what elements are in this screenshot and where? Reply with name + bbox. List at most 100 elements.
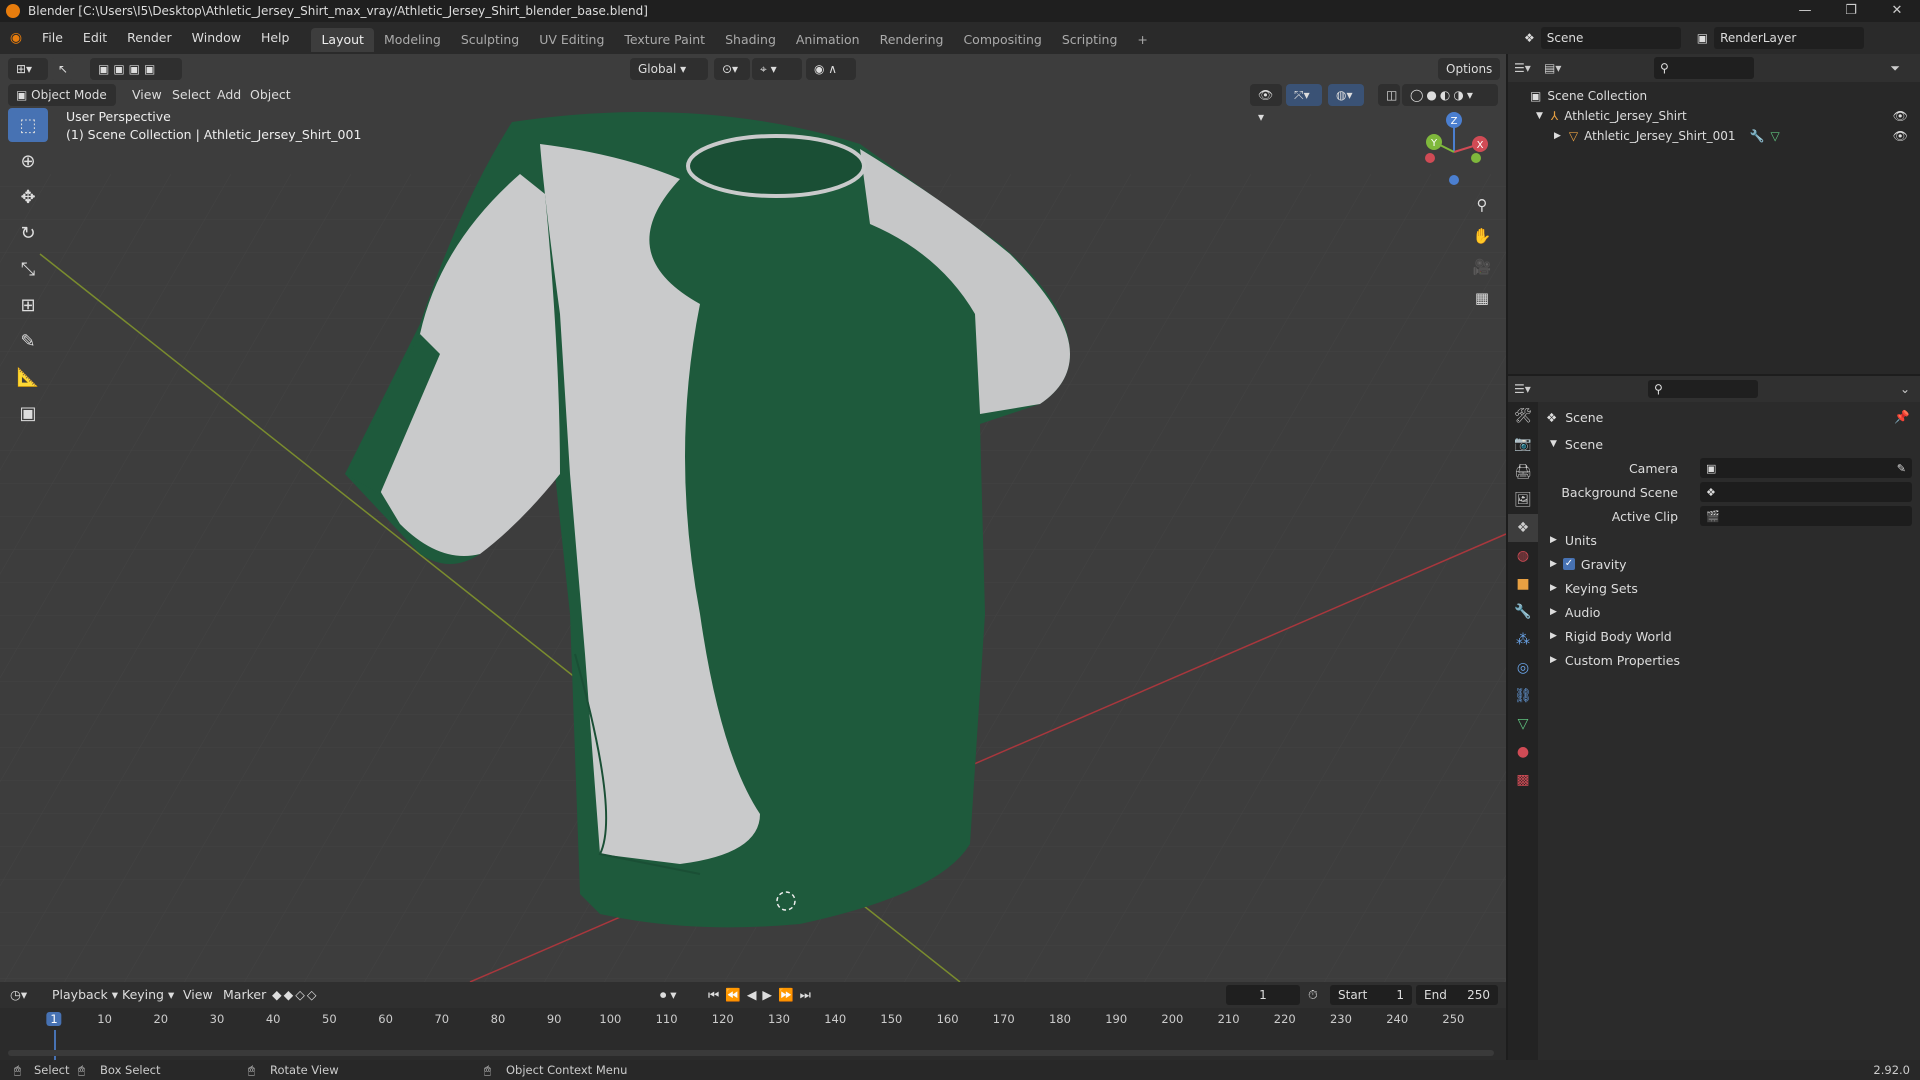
world-tab-icon[interactable]: ◍ — [1508, 542, 1538, 570]
physics-tab-icon[interactable]: ◎ — [1508, 654, 1538, 682]
menu-window[interactable]: Window — [182, 22, 251, 54]
menu-file[interactable]: File — [32, 22, 73, 54]
tab-animation[interactable]: Animation — [786, 28, 870, 52]
start-frame-field[interactable]: Start 1 — [1330, 985, 1412, 1005]
panel-audio[interactable]: ▶ Audio — [1540, 600, 1920, 624]
timeline-editor-type-icon[interactable]: ◷▾ — [10, 984, 27, 1006]
menu-view[interactable]: View — [132, 84, 162, 106]
particles-tab-icon[interactable]: ⁂ — [1508, 626, 1538, 654]
overlays-toggle[interactable]: ◍▾ — [1328, 84, 1364, 106]
shading-mode-buttons[interactable]: ◯●◐◑▾ — [1402, 84, 1498, 106]
expand-arrow-icon[interactable]: ▶ — [1554, 131, 1561, 141]
zoom-icon[interactable]: ⚲ — [1468, 191, 1496, 219]
menu-object[interactable]: Object — [250, 84, 291, 106]
modifier-wrench-icon[interactable]: 🔧 — [1750, 129, 1765, 143]
current-frame-field[interactable]: 1 — [1226, 985, 1300, 1005]
modifier-tab-icon[interactable]: 🔧 — [1508, 598, 1538, 626]
active-clip-field[interactable]: 🎬 — [1700, 506, 1912, 526]
menu-render[interactable]: Render — [117, 22, 182, 54]
timeline-scrollbar[interactable] — [8, 1050, 1494, 1056]
render-layer-selector[interactable]: RenderLayer — [1714, 27, 1865, 49]
scale-tool-icon[interactable]: ⤡ — [8, 252, 48, 286]
constraints-tab-icon[interactable]: ⛓ — [1508, 682, 1538, 710]
auto-key-record-icon[interactable]: ⏺ ▾ — [660, 984, 677, 1006]
transform-orientation-dropdown[interactable]: Global ▾ — [630, 58, 708, 80]
maximize-button[interactable]: ❐ — [1828, 0, 1874, 22]
keyframe-buttons[interactable]: ◆◆◇◇ — [272, 984, 318, 1006]
render-tab-icon[interactable]: 📷 — [1508, 430, 1538, 458]
scene-selector[interactable]: Scene — [1540, 27, 1681, 49]
scene-icon[interactable]: ❖ — [1524, 27, 1535, 49]
menu-keying[interactable]: Keying ▾ — [122, 984, 174, 1006]
tab-texture-paint[interactable]: Texture Paint — [614, 28, 715, 52]
visibility-eye-icon[interactable]: 👁 — [1893, 109, 1908, 123]
select-box-tool-icon[interactable]: ⬚ — [8, 108, 48, 142]
stopwatch-icon[interactable]: ⏱ — [1308, 984, 1318, 1006]
output-tab-icon[interactable]: 🖨 — [1508, 458, 1538, 486]
properties-search-input[interactable]: ⚲ — [1648, 380, 1758, 398]
close-button[interactable]: ✕ — [1874, 0, 1920, 22]
menu-edit[interactable]: Edit — [73, 22, 117, 54]
move-tool-icon[interactable]: ✥ — [8, 180, 48, 214]
cursor-tool-icon[interactable]: ⊕ — [8, 144, 48, 178]
outliner-row-collection[interactable]: ▼ ⅄ Athletic_Jersey_Shirt 👁 — [1508, 106, 1920, 126]
add-cube-tool-icon[interactable]: ▣ — [8, 396, 48, 430]
texture-tab-icon[interactable]: ▩ — [1508, 766, 1538, 794]
panel-units[interactable]: ▶ Units — [1540, 528, 1920, 552]
tab-shading[interactable]: Shading — [715, 28, 786, 52]
visibility-dropdown[interactable]: 👁▾ — [1250, 84, 1282, 124]
menu-playback[interactable]: Playback ▾ — [52, 984, 118, 1006]
rotate-tool-icon[interactable]: ↻ — [8, 216, 48, 250]
scene-section-header[interactable]: ▼ Scene — [1540, 432, 1920, 456]
pan-hand-icon[interactable]: ✋ — [1468, 222, 1496, 250]
scene-tab-icon[interactable]: ❖ — [1508, 514, 1538, 542]
3d-viewport[interactable] — [0, 54, 1506, 982]
add-workspace-button[interactable]: + — [1127, 28, 1157, 52]
playback-controls[interactable]: ⏮⏪◀▶⏩⏭ — [708, 984, 817, 1006]
outliner-editor-type-icon[interactable]: ☰▾ — [1514, 61, 1544, 75]
navigation-gizmo[interactable]: Z X Y — [1410, 108, 1490, 188]
tool-tab-icon[interactable]: 🛠 — [1508, 402, 1538, 430]
minimize-button[interactable]: — — [1782, 0, 1828, 22]
pin-icon[interactable]: 📌 — [1894, 409, 1910, 425]
tab-sculpting[interactable]: Sculpting — [451, 28, 529, 52]
editor-type-button[interactable]: ⊞▾ — [8, 58, 48, 80]
ortho-grid-icon[interactable]: ▦ — [1468, 284, 1496, 312]
tab-compositing[interactable]: Compositing — [953, 28, 1051, 52]
outliner-row-mesh[interactable]: ▶ ▽ Athletic_Jersey_Shirt_001 🔧 ▽ 👁 — [1508, 126, 1920, 146]
frame-ruler[interactable]: 1 10 20 30 40 50 60 70 80 90 100 110 120 130 140 150 160… — [0, 1008, 1506, 1030]
menu-add[interactable]: Add — [217, 84, 241, 106]
view-layer-tab-icon[interactable]: 🖼 — [1508, 486, 1538, 514]
blender-menu-icon[interactable]: ◉ — [0, 30, 32, 46]
mesh-data-icon[interactable]: ▽ — [1770, 129, 1779, 143]
menu-marker[interactable]: Marker — [223, 984, 266, 1006]
menu-timeline-view[interactable]: View — [183, 984, 213, 1006]
menu-select[interactable]: Select — [172, 84, 211, 106]
tab-layout[interactable]: Layout — [311, 28, 374, 52]
select-tool-button[interactable]: ↖ — [50, 58, 74, 80]
tab-uv-editing[interactable]: UV Editing — [529, 28, 614, 52]
properties-editor-type-icon[interactable]: ☰▾ — [1508, 382, 1548, 396]
tab-modeling[interactable]: Modeling — [374, 28, 451, 52]
measure-tool-icon[interactable]: 📐 — [8, 360, 48, 394]
panel-gravity[interactable]: ▶ ✓ Gravity — [1540, 552, 1920, 576]
view-layer-icon[interactable]: ▣ — [1697, 27, 1708, 49]
tab-scripting[interactable]: Scripting — [1052, 28, 1128, 52]
visibility-eye-icon[interactable]: 👁 — [1893, 129, 1908, 143]
object-tab-icon[interactable]: ■ — [1508, 570, 1538, 598]
gravity-checkbox[interactable]: ✓ — [1562, 558, 1575, 570]
material-tab-icon[interactable]: ● — [1508, 738, 1538, 766]
panel-custom-properties[interactable]: ▶ Custom Properties — [1540, 648, 1920, 672]
filter-icon[interactable]: ⏷ — [1890, 61, 1900, 76]
annotate-tool-icon[interactable]: ✎ — [8, 324, 48, 358]
proportional-editing-button[interactable]: ◉ ∧ — [806, 58, 856, 80]
panel-keying-sets[interactable]: ▶ Keying Sets — [1540, 576, 1920, 600]
gizmo-toggle[interactable]: ⤧▾ — [1286, 84, 1322, 106]
panel-rigid-body-world[interactable]: ▶ Rigid Body World — [1540, 624, 1920, 648]
options-dropdown[interactable]: Options ▾ — [1438, 58, 1500, 98]
camera-view-icon[interactable]: 🎥 — [1468, 253, 1496, 281]
camera-field[interactable]: ▣ ✎ — [1700, 458, 1912, 478]
menu-help[interactable]: Help — [251, 22, 300, 54]
outliner-search-input[interactable]: ⚲ — [1654, 57, 1754, 79]
display-mode-icon[interactable]: ▤▾ — [1544, 61, 1584, 75]
